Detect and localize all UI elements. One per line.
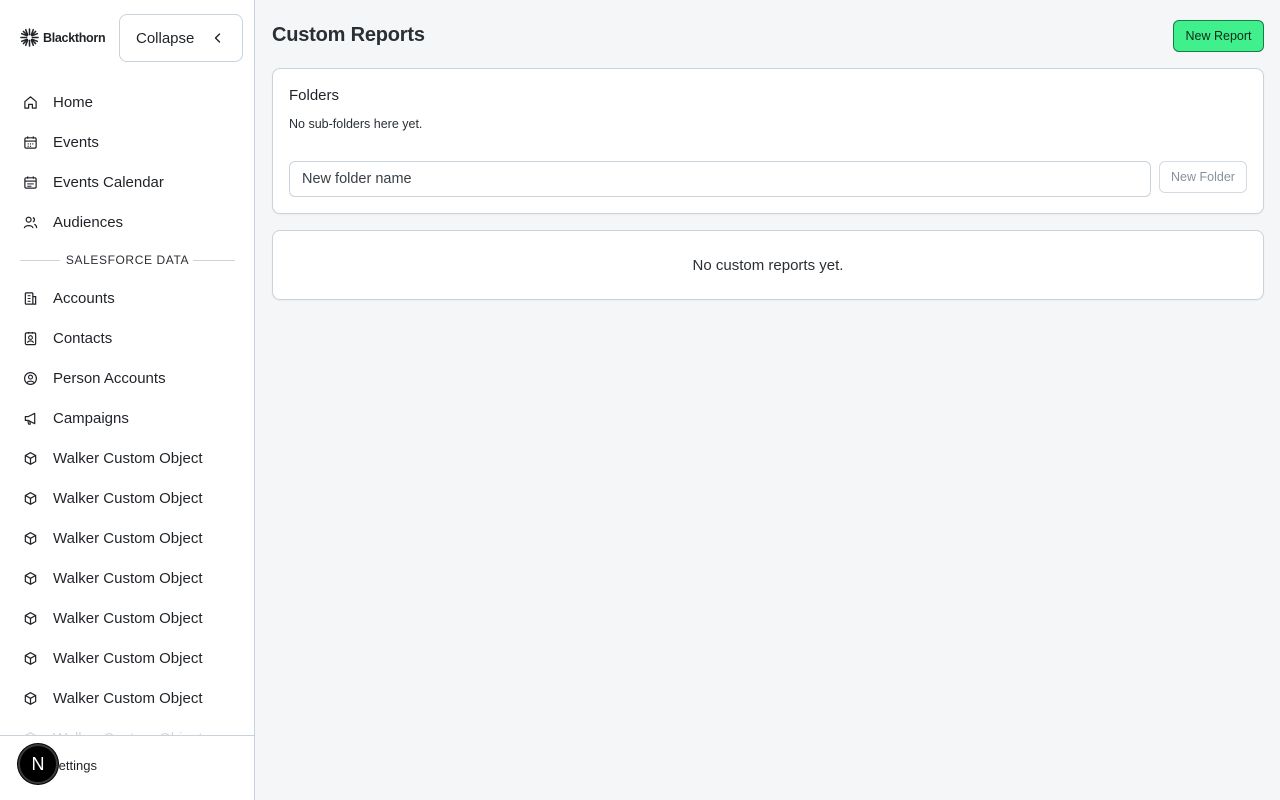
brand-name: Blackthorn [43,30,106,45]
sidebar-item-label: Events Calendar [53,173,164,191]
calendar-icon [24,135,37,149]
folders-empty-message: No sub-folders here yet. [289,117,423,131]
cube-icon [24,451,37,465]
sidebar-item-walker-custom-object[interactable]: Walker Custom Object [0,598,254,638]
cube-icon [24,571,37,585]
sidebar-item-label: Campaigns [53,409,129,427]
sidebar-item-walker-custom-object[interactable]: Walker Custom Object [0,438,254,478]
calendar-grid-icon [24,175,37,189]
sidebar-item-walker-custom-object[interactable]: Walker Custom Object [0,558,254,598]
cube-icon [24,491,37,505]
sidebar-footer: Settings N [0,735,254,800]
cube-icon [24,651,37,665]
sidebar-item-label: Walker Custom Object [53,569,203,587]
sidebar-item-label: Walker Custom Object [53,529,203,547]
blackthorn-logo-icon [20,28,39,47]
sidebar-item-label: Contacts [53,329,113,347]
sidebar-item-label: Walker Custom Object [53,649,203,667]
page-title: Custom Reports [272,24,425,46]
contact-card-icon [24,331,37,345]
collapse-button[interactable]: Collapse [119,14,243,62]
sidebar-item-walker-custom-object[interactable]: Walker Custom Object [0,678,254,718]
cube-icon [24,691,37,705]
cube-icon [24,531,37,545]
sidebar-item-campaigns[interactable]: Campaigns [0,398,254,438]
brand-logo[interactable]: Blackthorn [20,28,106,47]
section-label: SALESFORCE DATA [59,253,196,267]
sidebar-item-label: Person Accounts [53,369,166,387]
sidebar-item-label: Home [53,93,94,111]
sidebar-item-walker-custom-object[interactable]: Walker Custom Object [0,478,254,518]
sidebar-item-label: Events [53,133,99,151]
cube-icon [24,611,37,625]
divider-line [193,260,235,261]
sidebar-item-audiences[interactable]: Audiences [0,202,254,242]
sidebar-item-events[interactable]: Events [0,122,254,162]
sidebar-item-contacts[interactable]: Contacts [0,318,254,358]
user-circle-icon [23,371,38,385]
sidebar: Blackthorn Collapse Home Events Events C… [0,0,255,800]
new-folder-button[interactable]: New Folder [1159,161,1247,193]
sidebar-header: Blackthorn Collapse [0,0,254,76]
sidebar-item-label: Walker Custom Object [53,609,203,627]
users-icon [23,216,38,228]
sidebar-item-events-calendar[interactable]: Events Calendar [0,162,254,202]
sidebar-item-label: Walker Custom Object [53,689,203,707]
sidebar-item-home[interactable]: Home [0,82,254,122]
sidebar-item-label: Accounts [53,289,115,307]
reports-empty-message: No custom reports yet. [692,256,844,274]
sidebar-nav: Home Events Events Calendar Audiences SA… [0,82,254,758]
home-icon [24,95,37,109]
sidebar-item-label: Walker Custom Object [53,489,203,507]
folders-card: Folders No sub-folders here yet. New Fol… [272,68,1264,214]
megaphone-icon [24,412,36,425]
divider-line [20,260,62,261]
sidebar-item-person-accounts[interactable]: Person Accounts [0,358,254,398]
collapse-label: Collapse [136,29,195,47]
reports-card: No custom reports yet. [272,230,1264,300]
sidebar-item-walker-custom-object[interactable]: Walker Custom Object [0,518,254,558]
folders-title: Folders [289,87,340,104]
sidebar-item-label: Audiences [53,213,124,231]
sidebar-item-accounts[interactable]: Accounts [0,278,254,318]
section-divider-salesforce-data: SALESFORCE DATA [0,242,254,278]
building-icon [24,291,37,305]
new-report-button[interactable]: New Report [1173,20,1264,52]
sidebar-item-walker-custom-object[interactable]: Walker Custom Object [0,638,254,678]
new-folder-name-input[interactable] [289,161,1151,197]
sidebar-item-label: Walker Custom Object [53,449,203,467]
avatar[interactable]: N [18,744,58,784]
chevron-left-icon [215,33,221,43]
